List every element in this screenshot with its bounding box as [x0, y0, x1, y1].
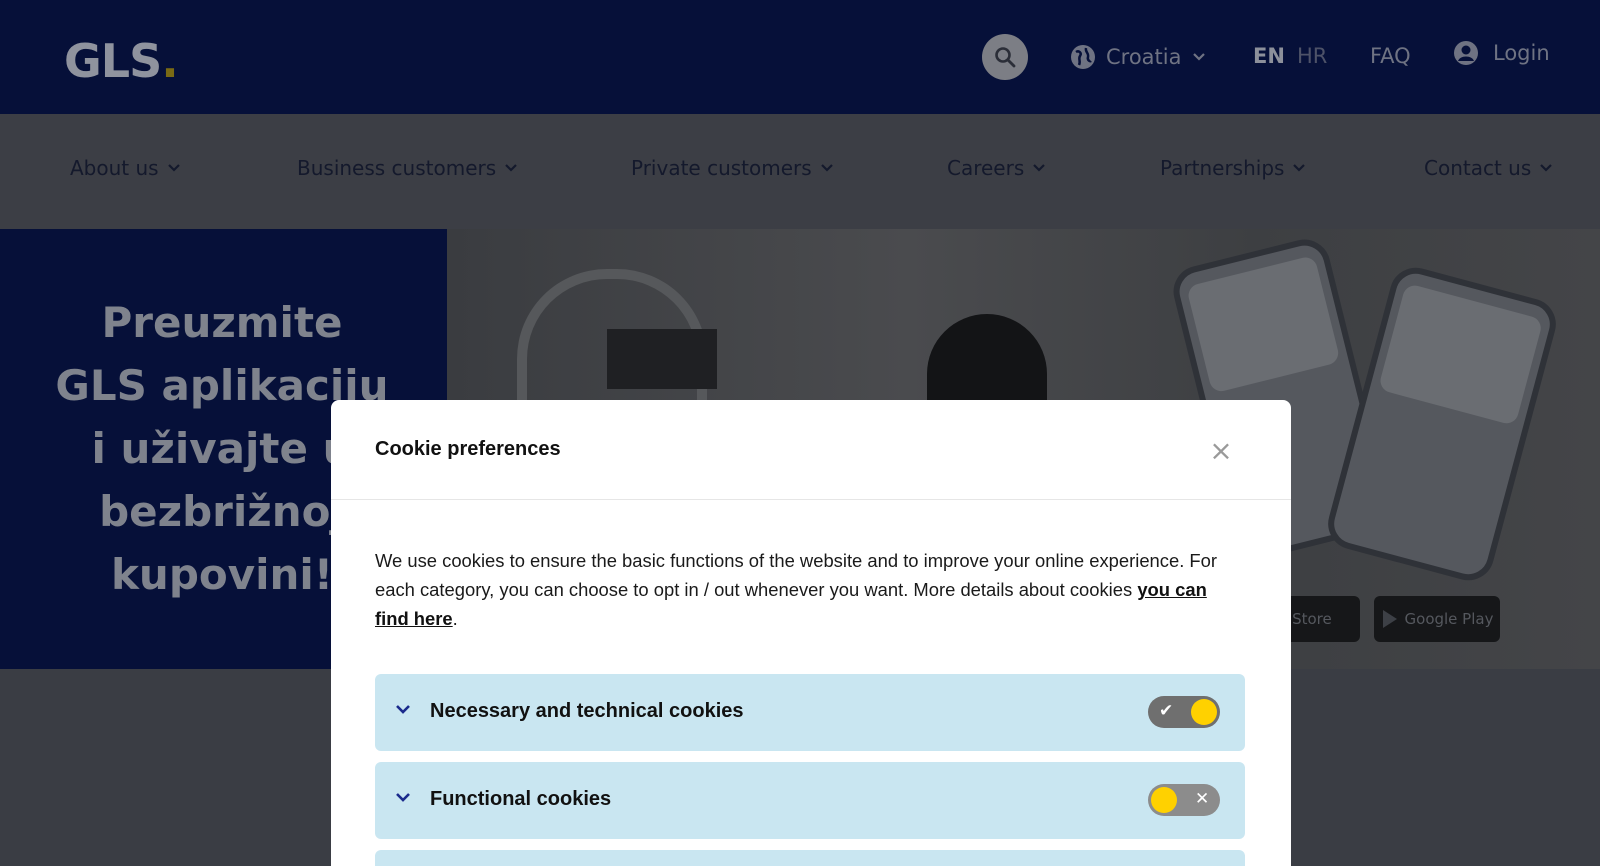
close-button[interactable]: ×	[1203, 432, 1239, 468]
category-label: Necessary and technical cookies	[430, 700, 744, 722]
shelf-shape	[607, 329, 717, 389]
chevron-down-icon	[505, 164, 517, 172]
main-navigation: About us Business customers Private cust…	[0, 114, 1600, 229]
chevron-down-icon[interactable]	[395, 703, 411, 715]
description-end: .	[452, 608, 458, 629]
nav-private-customers[interactable]: Private customers	[631, 156, 834, 180]
language-en[interactable]: EN	[1253, 44, 1285, 68]
country-selector[interactable]: Croatia	[1070, 42, 1206, 72]
google-play-badge[interactable]: Google Play	[1374, 596, 1500, 642]
category-partial[interactable]	[375, 850, 1245, 866]
dialog-header: Cookie preferences ×	[331, 400, 1291, 500]
nav-partnerships[interactable]: Partnerships	[1160, 156, 1306, 180]
functional-cookies-toggle[interactable]: ✕	[1148, 784, 1220, 816]
checkmark-icon: ✔	[1159, 701, 1174, 721]
user-icon	[1454, 41, 1478, 65]
toggle-knob	[1151, 787, 1177, 813]
top-header: GLS. Croatia EN HR FAQ Login	[0, 0, 1600, 114]
play-store-icon	[1382, 610, 1397, 628]
login-link[interactable]: Login	[1453, 40, 1550, 66]
dialog-title: Cookie preferences	[375, 438, 561, 460]
phone-map	[1377, 282, 1544, 426]
google-play-label: Google Play	[1404, 610, 1494, 628]
search-icon	[995, 47, 1016, 68]
cookie-preferences-dialog: Cookie preferences × We use cookies to e…	[331, 400, 1291, 866]
nav-careers[interactable]: Careers	[947, 156, 1046, 180]
chevron-down-icon	[167, 164, 180, 172]
nav-label: Private customers	[631, 156, 812, 180]
chevron-down-icon	[1540, 164, 1553, 172]
hero-title-line: Preuzmite	[101, 298, 343, 347]
globe-icon	[1071, 45, 1095, 69]
category-label: Functional cookies	[430, 788, 612, 810]
nav-contact-us[interactable]: Contact us	[1424, 156, 1553, 180]
country-label: Croatia	[1106, 45, 1182, 69]
faq-link[interactable]: FAQ	[1370, 44, 1411, 68]
language-hr[interactable]: HR	[1297, 44, 1327, 68]
chevron-down-icon[interactable]	[395, 791, 411, 803]
phone-mockup	[1322, 261, 1562, 587]
chevron-down-icon	[1033, 164, 1046, 172]
nav-label: Contact us	[1424, 156, 1532, 180]
category-functional[interactable]: Functional cookies ✕	[375, 762, 1245, 839]
necessary-cookies-toggle[interactable]: ✔	[1148, 696, 1220, 728]
close-icon: ×	[1209, 433, 1233, 467]
nav-about-us[interactable]: About us	[70, 156, 181, 180]
nav-label: Business customers	[297, 156, 497, 180]
nav-label: Partnerships	[1160, 156, 1285, 180]
chevron-down-icon	[1192, 53, 1205, 61]
cookie-description: We use cookies to ensure the basic funct…	[375, 546, 1245, 633]
phone-map	[1186, 254, 1341, 394]
description-text: We use cookies to ensure the basic funct…	[375, 550, 1218, 600]
nav-label: About us	[70, 156, 159, 180]
nav-business-customers[interactable]: Business customers	[297, 156, 518, 180]
toggle-knob	[1191, 699, 1217, 725]
category-necessary[interactable]: Necessary and technical cookies ✔	[375, 674, 1245, 751]
login-label: Login	[1493, 41, 1550, 65]
search-button[interactable]	[982, 34, 1028, 80]
nav-label: Careers	[947, 156, 1025, 180]
chevron-down-icon	[1293, 164, 1306, 172]
chevron-down-icon	[820, 164, 833, 172]
x-icon: ✕	[1195, 789, 1210, 809]
gls-logo[interactable]: GLS.	[64, 34, 179, 88]
